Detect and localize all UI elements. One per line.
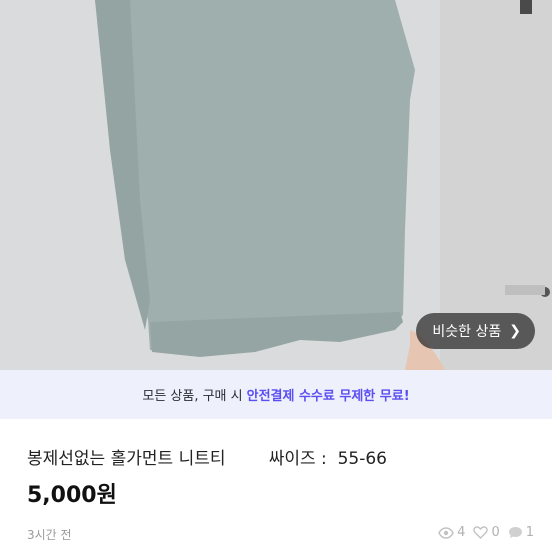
chat-bubble-icon: [508, 527, 522, 538]
eye-icon: [438, 526, 454, 539]
chats-count: 1: [525, 525, 534, 540]
heart-icon: [473, 526, 489, 539]
product-title: 봉제선없는 홀가먼트 니트티 싸이즈 : 55-66: [27, 449, 387, 469]
views-count: 4: [457, 525, 466, 540]
posted-time: 3시간 전: [27, 528, 72, 542]
chevron-right-icon: ❯: [509, 323, 521, 339]
likes-count: 0: [491, 525, 500, 540]
product-photo[interactable]: 비슷한 상품 ❯: [0, 0, 552, 370]
banner-text: 모든 상품, 구매 시: [142, 389, 243, 404]
views-stat: 4: [438, 525, 465, 540]
product-stats: 4 0 1: [438, 525, 534, 540]
likes-stat: 0: [473, 525, 500, 540]
similar-products-button[interactable]: 비슷한 상품 ❯: [416, 313, 535, 349]
similar-products-label: 비슷한 상품: [432, 324, 502, 340]
product-price: 5,000원: [27, 483, 117, 508]
safe-payment-banner[interactable]: 모든 상품, 구매 시 안전결제 수수료 무제한 무료!: [0, 370, 552, 419]
banner-accent-text: 안전결제 수수료 무제한 무료!: [246, 389, 410, 404]
chats-stat: 1: [508, 525, 534, 540]
